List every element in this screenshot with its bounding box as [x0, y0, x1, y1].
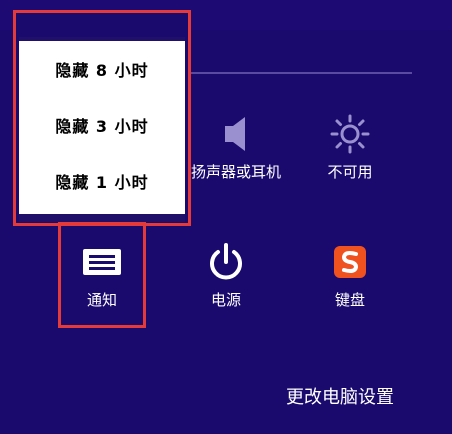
- notifications-icon: [82, 240, 122, 284]
- hide-8-hours-option[interactable]: 隐藏 8 小时: [19, 41, 185, 97]
- speakers-label: 扬声器或耳机: [190, 163, 281, 181]
- brightness-icon: [330, 112, 370, 156]
- change-pc-settings-link[interactable]: 更改电脑设置: [286, 383, 394, 409]
- brightness-label: 不可用: [327, 163, 373, 181]
- popup-bottom-bar: [19, 214, 185, 222]
- speakers-tile[interactable]: 扬声器或耳机: [186, 112, 286, 182]
- notifications-label: 通知: [86, 291, 117, 309]
- notifications-tile[interactable]: 通知: [58, 240, 146, 310]
- power-tile[interactable]: 电源: [186, 240, 266, 310]
- keyboard-label: 键盘: [334, 291, 365, 309]
- power-label: 电源: [210, 291, 241, 309]
- section-divider: [190, 72, 412, 74]
- hide-notifications-menu: 隐藏 8 小时 隐藏 3 小时 隐藏 1 小时: [19, 37, 185, 217]
- sogou-ime-icon: [333, 240, 367, 284]
- hide-1-hour-option[interactable]: 隐藏 1 小时: [19, 153, 185, 209]
- speaker-icon: [221, 112, 251, 156]
- brightness-tile[interactable]: 不可用: [300, 112, 400, 182]
- hide-3-hours-option[interactable]: 隐藏 3 小时: [19, 97, 185, 153]
- keyboard-tile[interactable]: 键盘: [310, 240, 390, 310]
- power-icon: [206, 240, 246, 284]
